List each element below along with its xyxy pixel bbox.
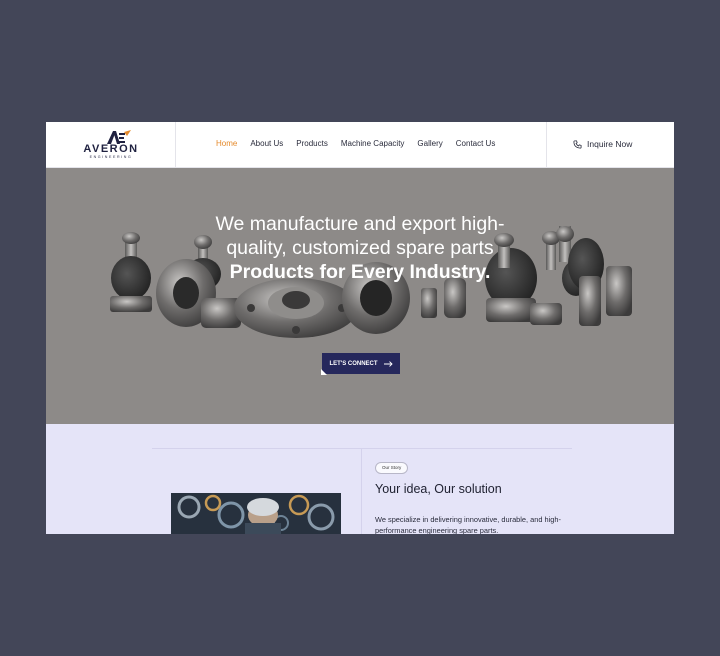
story-description: We specialize in delivering innovative, … — [375, 515, 561, 534]
column-divider — [361, 448, 362, 534]
nav-contact-us[interactable]: Contact Us — [456, 139, 496, 148]
logo[interactable]: AVERON ENGINEERING — [46, 122, 176, 168]
lets-connect-label: LET'S CONNECT — [329, 360, 378, 367]
hero-heading: We manufacture and export high- quality,… — [146, 212, 574, 284]
arrow-right-icon — [383, 360, 393, 367]
story-title: Your idea, Our solution — [375, 482, 502, 496]
hero-line-1: We manufacture and export high- — [215, 213, 505, 235]
inquire-now-label: Inquire Now — [587, 139, 633, 149]
engineer-gears-image — [171, 493, 341, 534]
lets-connect-button[interactable]: LET'S CONNECT — [321, 353, 400, 375]
nav-about-us[interactable]: About Us — [250, 139, 283, 148]
nav-home[interactable]: Home — [216, 139, 237, 148]
our-story-section: Our Story Your idea, Our solution We spe… — [46, 424, 674, 534]
section-divider — [152, 448, 572, 449]
our-story-badge: Our Story — [375, 462, 409, 474]
website-window: AVERON ENGINEERING Home About Us Product… — [46, 122, 674, 534]
main-nav: Home About Us Products Machine Capacity … — [216, 139, 508, 148]
button-corner-decoration — [321, 369, 327, 375]
inquire-now-button[interactable]: Inquire Now — [573, 139, 632, 149]
site-header: AVERON ENGINEERING Home About Us Product… — [46, 122, 674, 168]
hero-line-2: quality, customized spare parts — [226, 237, 494, 259]
nav-machine-capacity[interactable]: Machine Capacity — [341, 139, 405, 148]
nav-products[interactable]: Products — [296, 139, 328, 148]
logo-tagline: ENGINEERING — [89, 155, 133, 159]
hero-section: We manufacture and export high- quality,… — [46, 168, 674, 424]
nav-gallery[interactable]: Gallery — [417, 139, 442, 148]
spare-parts-image — [110, 226, 632, 338]
inquire-cell: Inquire Now — [546, 122, 674, 168]
hero-line-3: Products for Every Industry. — [229, 261, 491, 283]
logo-wordmark: AVERON — [83, 143, 139, 155]
phone-icon — [573, 139, 582, 149]
logo-mark-icon — [107, 130, 131, 144]
